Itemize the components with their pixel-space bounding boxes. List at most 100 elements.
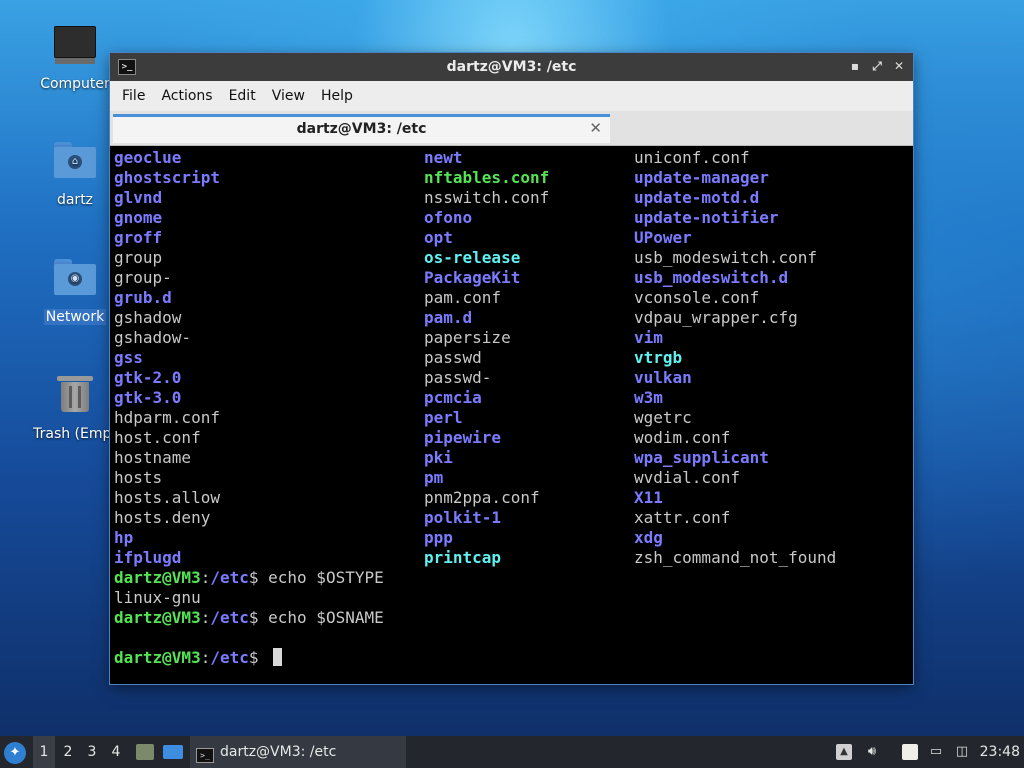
ls-entry: pam.conf xyxy=(424,288,502,307)
ls-column: geoclue ghostscript glvnd gnome groff group gr… xyxy=(114,148,424,568)
window-title: dartz@VM3: /etc xyxy=(446,59,577,75)
ls-column: newt nftables.conf nsswitch.conf ofono opt os… xyxy=(424,148,634,568)
clipboard-icon[interactable] xyxy=(902,744,918,760)
window-titlebar[interactable]: >_ dartz@VM3: /etc ▪ ⤢ ✕ xyxy=(110,53,913,81)
menu-help[interactable]: Help xyxy=(313,88,361,104)
ls-entry: passwd xyxy=(424,348,482,367)
volume-icon[interactable]: 🔊︎ xyxy=(864,744,880,760)
computer-icon xyxy=(53,26,97,70)
ls-entry: w3m xyxy=(634,388,663,407)
ls-entry: update-manager xyxy=(634,168,769,187)
ls-entry: vdpau_wrapper.cfg xyxy=(634,308,798,327)
ls-entry: vim xyxy=(634,328,663,347)
command-output: linux-gnu xyxy=(114,588,201,607)
ls-entry: wpa_supplicant xyxy=(634,448,769,467)
prompt-user: dartz@VM3 xyxy=(114,568,201,587)
desktop-icon-network[interactable]: ◉ Network xyxy=(30,255,120,325)
ls-entry: group- xyxy=(114,268,172,287)
notification-icon[interactable]: ▲ xyxy=(836,744,852,760)
ls-entry: newt xyxy=(424,148,463,167)
ls-entry: opt xyxy=(424,228,453,247)
prompt-separator: : xyxy=(200,608,211,627)
ls-entry: PackageKit xyxy=(424,268,521,287)
ls-entry: wvdial.conf xyxy=(634,468,740,487)
ls-entry: ofono xyxy=(424,208,473,227)
taskbar-task-terminal[interactable]: >_ dartz@VM3: /etc xyxy=(190,736,406,768)
prompt-separator: : xyxy=(200,648,211,667)
tab-bar: dartz@VM3: /etc ✕ xyxy=(110,111,913,146)
workspace-2[interactable]: 2 xyxy=(57,736,79,768)
ls-entry: usb_modeswitch.d xyxy=(634,268,789,287)
ls-entry: pipewire xyxy=(424,428,502,447)
command-line: dartz@VM3:/etc$ echo $OSTYPE xyxy=(114,568,909,588)
ls-entry: pcmcia xyxy=(424,388,482,407)
file-manager-icon[interactable] xyxy=(136,744,154,760)
command-text: echo $OSTYPE xyxy=(268,568,384,587)
minimize-button[interactable]: ▪ xyxy=(847,58,863,74)
menu-file[interactable]: File xyxy=(114,88,153,104)
ls-entry: geoclue xyxy=(114,148,182,167)
prompt-path: /etc xyxy=(210,608,249,627)
start-menu-icon[interactable]: ✦ xyxy=(4,742,26,764)
terminal-tab[interactable]: dartz@VM3: /etc ✕ xyxy=(113,114,610,143)
ls-entry: pam.d xyxy=(424,308,473,327)
prompt-path: /etc xyxy=(210,648,249,667)
ls-entry: perl xyxy=(424,408,463,427)
ls-entry: xattr.conf xyxy=(634,508,731,527)
ls-entry: pm xyxy=(424,468,444,487)
menu-actions[interactable]: Actions xyxy=(153,88,220,104)
tab-close-icon[interactable]: ✕ xyxy=(589,119,602,137)
command-line[interactable]: dartz@VM3:/etc$ xyxy=(114,648,909,668)
tab-title: dartz@VM3: /etc xyxy=(296,121,427,137)
command-output xyxy=(114,628,909,648)
menu-view[interactable]: View xyxy=(264,88,313,104)
close-button[interactable]: ✕ xyxy=(891,58,907,74)
terminal-output[interactable]: geoclue ghostscript glvnd gnome groff group gr… xyxy=(114,147,909,680)
ls-entry: pki xyxy=(424,448,453,467)
desktop-icon-label: dartz xyxy=(56,192,94,208)
ls-entry: passwd- xyxy=(424,368,492,387)
workspace-1[interactable]: 1 xyxy=(33,736,55,768)
ls-entry: ghostscript xyxy=(114,168,220,187)
ls-entry: zsh_command_not_found xyxy=(634,548,837,567)
workspace-4[interactable]: 4 xyxy=(105,736,127,768)
menu-edit[interactable]: Edit xyxy=(221,88,264,104)
desktop-icon-label: Trash (Empt xyxy=(33,426,117,442)
workspace-3[interactable]: 3 xyxy=(81,736,103,768)
ls-entry: wgetrc xyxy=(634,408,692,427)
prompt-user: dartz@VM3 xyxy=(114,608,201,627)
show-desktop-icon[interactable] xyxy=(163,745,183,759)
prompt-path: /etc xyxy=(210,568,249,587)
desktop-icon-computer[interactable]: Computer xyxy=(30,22,120,92)
prompt-end: $ xyxy=(248,568,269,587)
ls-entry: gshadow xyxy=(114,308,182,327)
ls-entry: pnm2ppa.conf xyxy=(424,488,540,507)
ls-entry: gtk-2.0 xyxy=(114,368,182,387)
ls-entry: xdg xyxy=(634,528,663,547)
ls-entry: gshadow- xyxy=(114,328,192,347)
ls-entry: hostname xyxy=(114,448,192,467)
desktop-icon-trash[interactable]: Trash (Empt xyxy=(30,372,120,442)
clock[interactable]: 23:48 xyxy=(980,736,1020,768)
ls-entry: group xyxy=(114,248,163,267)
ls-column: uniconf.conf update-manager update-motd.d u… xyxy=(634,148,894,568)
ls-entry: hdparm.conf xyxy=(114,408,220,427)
network-icon[interactable]: ▭ xyxy=(928,744,944,760)
update-icon[interactable]: ◫ xyxy=(954,744,970,760)
ls-entry: ifplugd xyxy=(114,548,182,567)
ls-entry: hosts.deny xyxy=(114,508,211,527)
ls-entry: update-motd.d xyxy=(634,188,760,207)
ls-entry: gss xyxy=(114,348,143,367)
ls-entry: ppp xyxy=(424,528,453,547)
ls-entry: grub.d xyxy=(114,288,172,307)
ls-entry: vtrgb xyxy=(634,348,683,367)
prompt-separator: : xyxy=(200,568,211,587)
ls-entry: polkit-1 xyxy=(424,508,502,527)
prompt-end: $ xyxy=(248,648,269,667)
maximize-button[interactable]: ⤢ xyxy=(869,58,885,74)
ls-entry: glvnd xyxy=(114,188,163,207)
ls-entry: groff xyxy=(114,228,163,247)
desktop-icon-home[interactable]: ⌂ dartz xyxy=(30,138,120,208)
command-line: dartz@VM3:/etc$ echo $OSNAME xyxy=(114,608,909,628)
text-cursor xyxy=(273,648,283,666)
